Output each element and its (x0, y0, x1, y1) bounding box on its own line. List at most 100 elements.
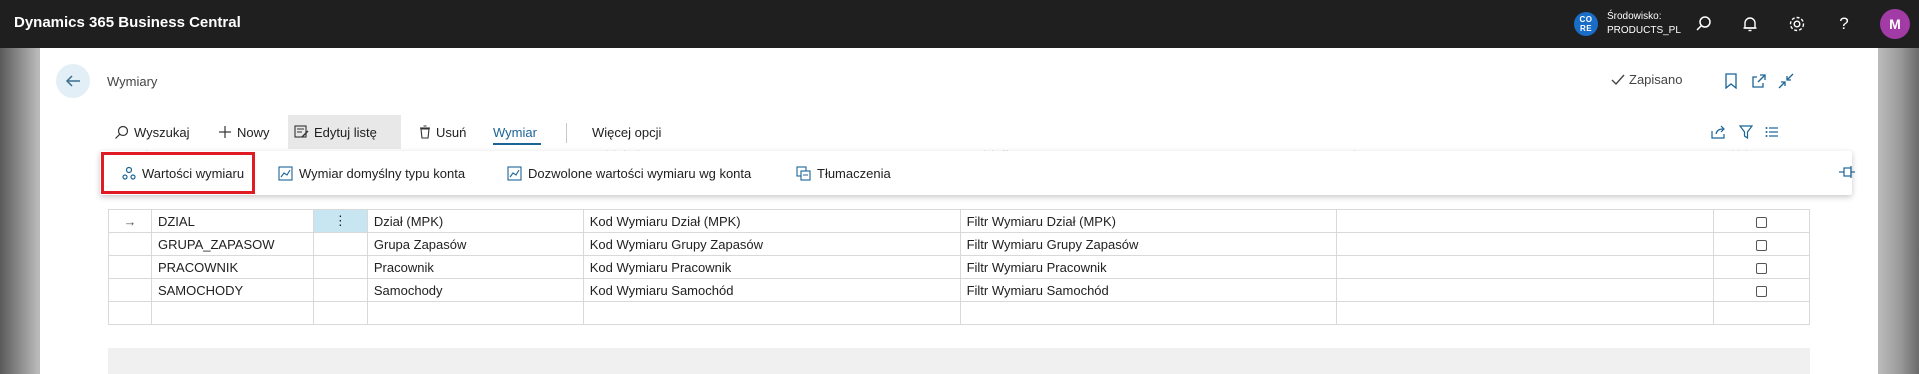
empty-cell[interactable] (312, 301, 368, 325)
filter-icon[interactable] (1735, 121, 1757, 143)
cell-code-caption[interactable]: Kod Wymiaru Dział (MPK) (582, 209, 961, 233)
translations-button[interactable]: Tłumaczenia (796, 161, 891, 185)
sub-action-bar: Wartości wymiaru Wymiar domyślny typu ko… (100, 151, 1855, 195)
chart-icon (507, 165, 522, 181)
table-row[interactable]: SAMOCHODY Samochody Kod Wymiaru Samochód Fi… (108, 278, 1811, 302)
cell-description[interactable] (1336, 209, 1714, 233)
blocked-checkbox[interactable] (1755, 239, 1767, 251)
plus-icon (219, 126, 231, 138)
highlight-box (101, 152, 255, 194)
empty-cell[interactable] (108, 301, 152, 325)
row-menu[interactable] (312, 232, 368, 256)
checkmark-icon (1611, 74, 1625, 85)
list-icon[interactable] (1761, 121, 1783, 143)
new-button[interactable]: Nowy (212, 115, 276, 149)
table-row[interactable]: → DZIAL ⋮ Dział (MPK) Kod Wymiaru Dział (MPK… (108, 209, 1811, 233)
more-options-button[interactable]: Więcej opcji (586, 115, 667, 149)
cell-code[interactable]: SAMOCHODY (150, 278, 314, 302)
gear-icon[interactable] (1785, 12, 1809, 36)
action-bar: Wyszukaj Nowy Edytuj listę Usuń Wymiar W… (108, 115, 1850, 149)
row-menu[interactable]: ⋮ (312, 209, 368, 233)
pin-icon[interactable] (1838, 165, 1856, 181)
saved-status-text: Zapisano (1629, 72, 1683, 87)
dimensions-table: → DZIAL ⋮ Dział (MPK) Kod Wymiaru Dział (MPK… (108, 209, 1811, 325)
chart-icon (278, 165, 293, 181)
environment-badge[interactable]: CO RE (1574, 12, 1598, 36)
translations-label: Tłumaczenia (817, 165, 891, 181)
empty-cell[interactable] (1712, 301, 1811, 325)
empty-cell[interactable] (1336, 301, 1714, 325)
cell-name[interactable]: Samochody (366, 278, 584, 302)
cell-name[interactable]: Grupa Zapasów (366, 232, 584, 256)
row-indicator[interactable] (108, 232, 152, 256)
cell-name[interactable]: Pracownik (366, 255, 584, 279)
search-icon[interactable] (1692, 12, 1716, 36)
grid-footer-area (108, 348, 1810, 374)
blocked-checkbox[interactable] (1755, 216, 1767, 228)
cell-filter-caption[interactable]: Filtr Wymiaru Dział (MPK) (959, 209, 1338, 233)
more-options-label: Więcej opcji (592, 124, 662, 140)
cell-blocked[interactable] (1712, 209, 1811, 233)
table-row[interactable]: PRACOWNIK Pracownik Kod Wymiaru Pracownik F… (108, 255, 1811, 279)
table-row-empty[interactable] (108, 301, 1811, 325)
back-arrow-icon (65, 75, 80, 87)
collapse-icon[interactable] (1775, 70, 1797, 92)
blocked-checkbox[interactable] (1755, 285, 1767, 297)
cell-code-caption[interactable]: Kod Wymiaru Samochód (582, 278, 961, 302)
back-button[interactable] (56, 64, 90, 98)
empty-cell[interactable] (366, 301, 584, 325)
search-button[interactable]: Wyszukaj (108, 115, 196, 149)
cell-code[interactable]: PRACOWNIK (150, 255, 314, 279)
edit-list-icon (294, 125, 309, 138)
default-dimension-account-type-button[interactable]: Wymiar domyślny typu konta (278, 161, 465, 185)
row-menu[interactable] (312, 255, 368, 279)
cell-description[interactable] (1336, 255, 1714, 279)
bookmark-icon[interactable] (1720, 70, 1742, 92)
help-icon[interactable]: ? (1832, 12, 1856, 36)
delete-button[interactable]: Usuń (413, 115, 472, 149)
cell-name[interactable]: Dział (MPK) (366, 209, 584, 233)
table-row[interactable]: GRUPA_ZAPASOW Grupa Zapasów Kod Wymiaru Gr… (108, 232, 1811, 256)
trash-icon (420, 125, 430, 139)
top-bar: Dynamics 365 Business Central CO RE Środo… (0, 0, 1919, 48)
empty-cell[interactable] (150, 301, 314, 325)
row-indicator[interactable] (108, 255, 152, 279)
cell-description[interactable] (1336, 278, 1714, 302)
saved-status: Zapisano (1611, 72, 1682, 87)
cell-code-caption[interactable]: Kod Wymiaru Grupy Zapasów (582, 232, 961, 256)
cell-filter-caption[interactable]: Filtr Wymiaru Pracownik (959, 255, 1338, 279)
cell-blocked[interactable] (1712, 232, 1811, 256)
cell-code-caption[interactable]: Kod Wymiaru Pracownik (582, 255, 961, 279)
avatar[interactable]: M (1880, 9, 1910, 39)
default-dimension-account-type-label: Wymiar domyślny typu konta (299, 165, 466, 181)
translate-icon (796, 165, 811, 181)
app-title[interactable]: Dynamics 365 Business Central (14, 14, 241, 31)
row-menu[interactable] (312, 278, 368, 302)
cell-filter-caption[interactable]: Filtr Wymiaru Grupy Zapasów (959, 232, 1338, 256)
search-button-label: Wyszukaj (134, 124, 190, 140)
delete-button-label: Usuń (436, 124, 467, 140)
bell-icon[interactable] (1738, 12, 1762, 36)
empty-cell[interactable] (582, 301, 961, 325)
open-new-icon[interactable] (1748, 70, 1770, 92)
share-icon[interactable] (1708, 121, 1730, 143)
row-indicator[interactable]: → (108, 209, 152, 233)
cell-description[interactable] (1336, 232, 1714, 256)
cell-code[interactable]: DZIAL (150, 209, 314, 233)
search-icon (115, 125, 129, 139)
tab-dimension-label: Wymiar (493, 124, 537, 140)
environment-label: Środowisko: (1607, 11, 1662, 22)
page-title: Wymiary (107, 74, 158, 89)
new-button-label: Nowy (237, 124, 270, 140)
cell-code[interactable]: GRUPA_ZAPASOW (150, 232, 314, 256)
edit-list-button[interactable]: Edytuj listę (288, 115, 401, 149)
empty-cell[interactable] (959, 301, 1338, 325)
cell-blocked[interactable] (1712, 278, 1811, 302)
blocked-checkbox[interactable] (1755, 262, 1767, 274)
allowed-values-by-account-button[interactable]: Dozwolone wartości wymiaru wg konta (507, 161, 751, 185)
allowed-values-by-account-label: Dozwolone wartości wymiaru wg konta (528, 165, 752, 181)
cell-filter-caption[interactable]: Filtr Wymiaru Samochód (959, 278, 1338, 302)
cell-blocked[interactable] (1712, 255, 1811, 279)
row-indicator[interactable] (108, 278, 152, 302)
action-separator (566, 123, 567, 143)
